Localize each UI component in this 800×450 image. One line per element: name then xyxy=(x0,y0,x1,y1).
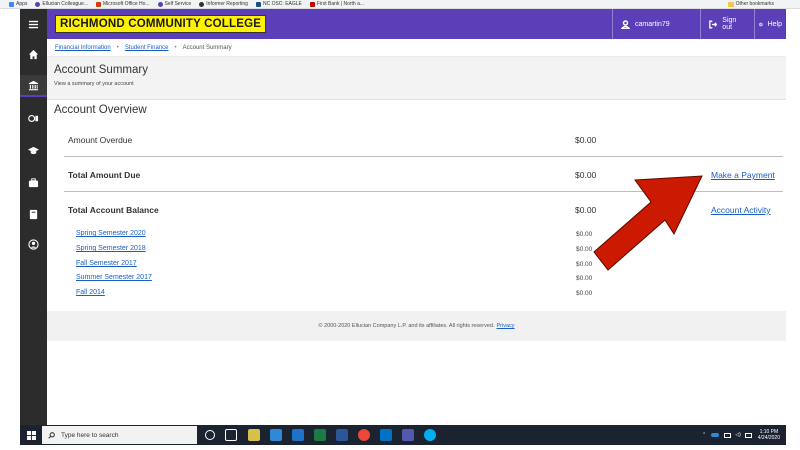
screen-bezel-bottom xyxy=(0,445,800,450)
outlook-icon[interactable] xyxy=(380,429,392,441)
page-subtitle: View a summary of your account xyxy=(54,81,134,87)
self-service-icon xyxy=(157,1,163,7)
section-title: Account Overview xyxy=(54,104,147,116)
bookmark-nc-osc[interactable]: NC OSC: EAGLE xyxy=(255,1,302,7)
onedrive-icon[interactable] xyxy=(711,433,720,437)
volume-icon[interactable]: ◁) xyxy=(735,432,741,438)
bookmark-apps[interactable]: Apps xyxy=(9,1,27,7)
search-icon xyxy=(48,431,55,439)
taskbar-search[interactable]: Type here to search xyxy=(42,426,197,444)
red-arrow-shape xyxy=(593,175,703,271)
nav-profile[interactable] xyxy=(20,233,47,255)
user-icon xyxy=(621,19,630,29)
ellucian-icon xyxy=(35,1,41,7)
breadcrumb-separator: • xyxy=(116,44,119,51)
page-footer: © 2000-2020 Ellucian Company L.P. and it… xyxy=(47,311,786,341)
make-a-payment-link[interactable]: Make a Payment xyxy=(711,170,775,180)
bookmark-self-service[interactable]: Self Service xyxy=(157,1,191,7)
start-button[interactable] xyxy=(20,425,42,445)
breadcrumb-separator: • xyxy=(174,44,177,51)
office-icon xyxy=(96,1,101,7)
briefcase-icon xyxy=(28,177,39,187)
menu-button[interactable] xyxy=(20,13,47,35)
term-link-fall-2017[interactable]: Fall Semester 2017 xyxy=(76,260,137,267)
time-card-icon xyxy=(28,114,39,122)
page-title: Account Summary xyxy=(54,64,148,76)
apps-icon xyxy=(9,1,14,7)
annotation-arrow xyxy=(593,175,703,271)
sign-out-button[interactable]: Sign out xyxy=(700,9,754,39)
privacy-link[interactable]: Privacy xyxy=(496,323,514,329)
row-amount: $0.00 xyxy=(575,135,597,145)
breadcrumb-financial-information[interactable]: Financial Information xyxy=(55,45,111,51)
row-label: Amount Overdue xyxy=(68,135,133,145)
term-link-summer-2017[interactable]: Summer Semester 2017 xyxy=(76,274,152,281)
task-view-icon[interactable] xyxy=(225,429,237,441)
cortana-icon[interactable] xyxy=(205,430,215,440)
bookmarks-bar: Apps Ellucian Colleague... Microsoft Off… xyxy=(0,0,800,9)
breadcrumb-student-finance[interactable]: Student Finance xyxy=(125,45,169,51)
first-bank-icon xyxy=(309,1,315,7)
screenshot-frame: Apps Ellucian Colleague... Microsoft Off… xyxy=(0,0,800,450)
term-link-spring-2020[interactable]: Spring Semester 2020 xyxy=(76,230,146,237)
folder-icon xyxy=(727,1,734,7)
left-nav xyxy=(20,9,47,425)
nav-finance[interactable] xyxy=(20,75,47,97)
nav-documents[interactable] xyxy=(20,203,47,225)
file-explorer-icon[interactable] xyxy=(248,429,260,441)
term-link-spring-2018[interactable]: Spring Semester 2018 xyxy=(76,245,146,252)
breadcrumb: Financial Information • Student Finance … xyxy=(47,39,786,57)
nav-home[interactable] xyxy=(20,43,47,65)
row-label: Total Account Balance xyxy=(68,205,159,215)
nav-employment[interactable] xyxy=(20,171,47,193)
word-icon[interactable] xyxy=(336,429,348,441)
system-tray: ⌃ ◁) 1:10 PM 4/24/2020 xyxy=(702,425,780,445)
copyright-text: © 2000-2020 Ellucian Company L.P. and it… xyxy=(318,323,495,329)
term-amount: $0.00 xyxy=(576,290,593,297)
windows-icon xyxy=(26,430,36,440)
graduation-cap-icon xyxy=(28,146,39,154)
college-logo[interactable]: RICHMOND COMMUNITY COLLEGE xyxy=(55,15,267,33)
clock[interactable]: 1:10 PM 4/24/2020 xyxy=(758,429,780,441)
network-icon[interactable] xyxy=(724,432,732,438)
sign-out-icon xyxy=(709,20,718,28)
user-menu[interactable]: camartin79 xyxy=(612,9,700,39)
user-circle-icon xyxy=(28,238,39,250)
bookmark-informer[interactable]: Informer Reporting xyxy=(199,1,248,7)
hamburger-icon xyxy=(28,20,39,28)
row-divider xyxy=(64,156,783,157)
chrome-icon[interactable] xyxy=(358,429,370,441)
store-icon[interactable] xyxy=(270,429,282,441)
book-icon xyxy=(29,209,38,219)
nav-academics[interactable] xyxy=(20,139,47,161)
help-button[interactable]: Help xyxy=(754,9,786,39)
nc-osc-icon xyxy=(255,1,261,7)
nav-time-entry[interactable] xyxy=(20,107,47,129)
top-header: RICHMOND COMMUNITY COLLEGE camartin79 Si… xyxy=(47,9,786,39)
tray-chevron-up-icon[interactable]: ⌃ xyxy=(702,432,706,438)
row-label: Total Amount Due xyxy=(68,170,141,180)
row-amount-overdue: Amount Overdue $0.00 xyxy=(64,125,783,155)
bank-icon xyxy=(28,80,39,90)
page-header: Account Summary View a summary of your a… xyxy=(47,57,786,100)
bookmark-office[interactable]: Microsoft Office Ho... xyxy=(96,1,150,7)
breadcrumb-current: Account Summary xyxy=(182,44,232,51)
bookmark-first-bank[interactable]: First Bank | North a... xyxy=(309,1,364,7)
help-icon xyxy=(759,22,763,26)
screen-bezel-right xyxy=(786,9,800,425)
bookmark-ellucian[interactable]: Ellucian Colleague... xyxy=(35,1,88,7)
home-icon xyxy=(28,49,39,59)
term-link-fall-2014[interactable]: Fall 2014 xyxy=(76,289,105,296)
screen-bezel-left xyxy=(0,9,20,425)
term-amount: $0.00 xyxy=(576,275,593,282)
mail-icon[interactable] xyxy=(292,429,304,441)
notification-icon[interactable] xyxy=(744,432,752,438)
windows-taskbar: Type here to search ⌃ ◁) 1:10 PM 4/24/20… xyxy=(20,425,786,445)
other-bookmarks[interactable]: Other bookmarks xyxy=(727,1,774,7)
skype-icon[interactable] xyxy=(424,429,436,441)
informer-icon xyxy=(199,1,205,7)
teams-icon[interactable] xyxy=(402,429,414,441)
account-activity-link[interactable]: Account Activity xyxy=(711,205,771,215)
excel-icon[interactable] xyxy=(314,429,326,441)
